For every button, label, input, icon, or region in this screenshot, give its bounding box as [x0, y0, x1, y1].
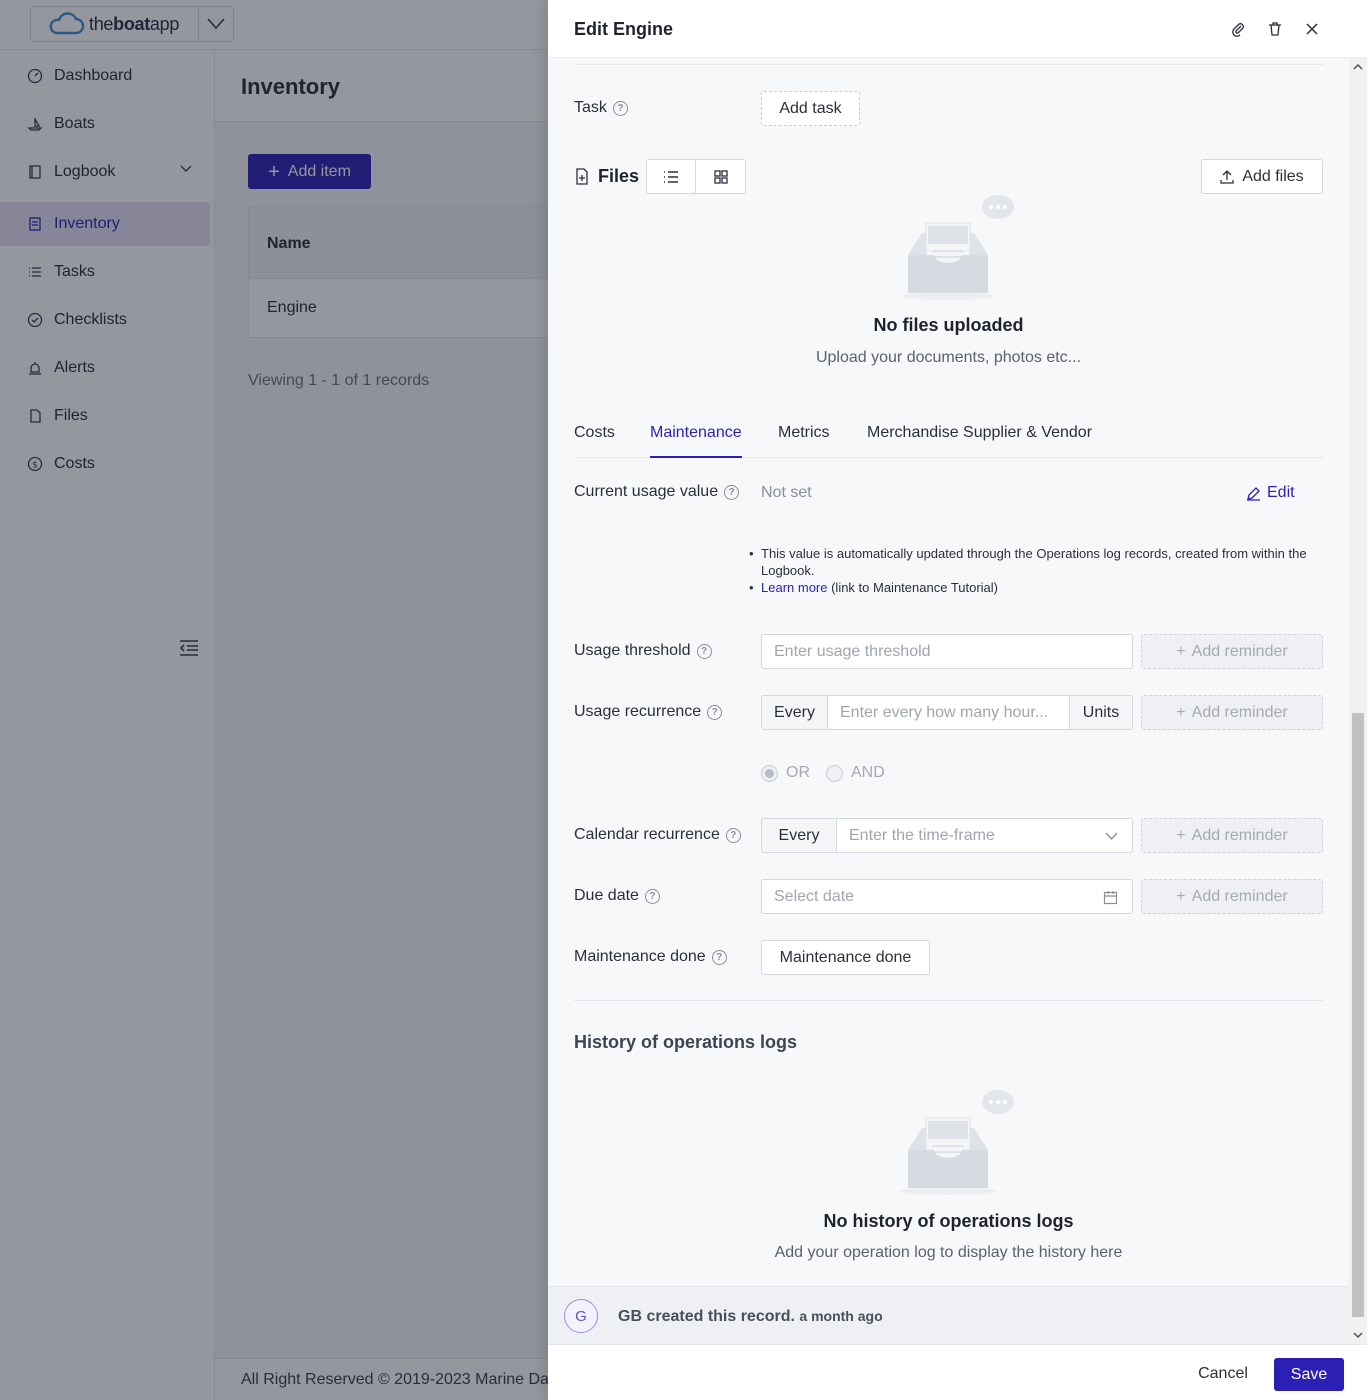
tab-maintenance[interactable]: Maintenance [650, 424, 742, 458]
help-icon[interactable]: ? [696, 643, 712, 659]
activity-time: a month ago [799, 1308, 883, 1324]
trash-icon[interactable] [1264, 18, 1286, 40]
scrollbar-thumb[interactable] [1352, 713, 1364, 1317]
files-empty-title: No files uploaded [873, 315, 1024, 335]
record-activity: G GB created this record. a month ago [548, 1286, 1349, 1344]
paperclip-icon[interactable] [1227, 18, 1249, 40]
help-icon[interactable]: ? [711, 949, 727, 965]
edit-engine-drawer: Edit Engine Task ? Add task Files Add fi… [548, 0, 1367, 1400]
drawer-body: Task ? Add task Files Add files No files… [548, 58, 1349, 1286]
usage-recurrence-units: Units [1069, 695, 1133, 730]
usage-threshold-label: Usage threshold ? [574, 642, 712, 660]
history-empty-subtitle: Add your operation log to display the hi… [774, 1244, 1123, 1261]
drawer-header: Edit Engine [548, 0, 1367, 58]
upload-icon [1220, 169, 1234, 184]
learn-more-link[interactable]: Learn more [761, 580, 827, 595]
plus-icon: + [1176, 826, 1186, 844]
scroll-down-icon[interactable] [1353, 1330, 1363, 1340]
list-view-icon[interactable] [646, 159, 696, 194]
usage-threshold-input[interactable]: Enter usage threshold [761, 634, 1133, 669]
due-date-label: Due date ? [574, 887, 660, 905]
plus-icon: + [1176, 887, 1186, 905]
help-icon[interactable]: ? [644, 888, 660, 904]
help-icon[interactable]: ? [724, 484, 740, 500]
plus-icon: + [1176, 642, 1186, 660]
logic-or-radio[interactable]: OR [761, 764, 810, 782]
logic-and-radio[interactable]: AND [826, 764, 885, 782]
divider [574, 64, 1323, 65]
drawer-footer: Cancel Save [548, 1344, 1367, 1400]
add-reminder-button[interactable]: + Add reminder [1141, 818, 1323, 853]
history-section-title: History of operations logs [574, 1032, 798, 1052]
activity-text: GB created this record. a month ago [618, 1308, 883, 1325]
empty-inbox-icon [898, 193, 1018, 308]
avatar: G [564, 1299, 598, 1333]
tab-costs[interactable]: Costs [574, 424, 615, 458]
usage-recurrence-label: Usage recurrence ? [574, 703, 723, 721]
maintenance-done-label: Maintenance done ? [574, 948, 727, 966]
calendar-icon [1103, 891, 1118, 905]
help-icon[interactable]: ? [612, 100, 628, 116]
pencil-icon [1247, 486, 1260, 501]
current-usage-value: Not set [761, 484, 812, 501]
edit-usage-button[interactable]: Edit [1246, 484, 1295, 502]
file-add-icon [576, 168, 588, 185]
current-usage-label: Current usage value ? [574, 483, 740, 501]
files-section-title: Files [574, 166, 639, 187]
save-button[interactable]: Save [1274, 1358, 1344, 1391]
files-view-toggle [646, 159, 746, 194]
usage-note-auto-update: This value is automatically updated thro… [749, 545, 1309, 579]
chevron-down-icon [1105, 832, 1118, 840]
help-icon[interactable]: ? [707, 704, 723, 720]
calendar-recurrence-label: Calendar recurrence ? [574, 826, 741, 844]
calendar-recurrence-prefix: Every [761, 818, 837, 853]
close-icon[interactable] [1301, 18, 1323, 40]
maintenance-done-button[interactable]: Maintenance done [761, 940, 930, 975]
usage-notes: This value is automatically updated thro… [749, 545, 1309, 596]
cancel-button[interactable]: Cancel [1186, 1359, 1260, 1389]
divider [574, 1000, 1323, 1001]
history-empty-title: No history of operations logs [823, 1211, 1074, 1231]
add-reminder-button[interactable]: + Add reminder [1141, 695, 1323, 730]
scroll-up-icon[interactable] [1353, 62, 1363, 72]
grid-view-icon[interactable] [696, 159, 746, 194]
task-label: Task ? [574, 99, 628, 117]
drawer-scrollbar[interactable] [1349, 58, 1367, 1344]
drawer-title: Edit Engine [574, 19, 673, 39]
add-files-button[interactable]: Add files [1201, 159, 1323, 194]
calendar-recurrence-select[interactable]: Enter the time-frame [836, 818, 1133, 853]
empty-inbox-icon [898, 1088, 1018, 1203]
usage-note-learn-more: Learn more (link to Maintenance Tutorial… [749, 579, 1309, 596]
help-icon[interactable]: ? [725, 827, 741, 843]
tab-metrics[interactable]: Metrics [778, 424, 830, 458]
add-reminder-button[interactable]: + Add reminder [1141, 879, 1323, 914]
add-reminder-button[interactable]: + Add reminder [1141, 634, 1323, 669]
files-empty-subtitle: Upload your documents, photos etc... [815, 349, 1082, 366]
usage-recurrence-prefix: Every [761, 695, 828, 730]
due-date-picker[interactable]: Select date [761, 879, 1133, 914]
plus-icon: + [1176, 703, 1186, 721]
add-task-button[interactable]: Add task [761, 91, 860, 126]
item-tabs: Costs Maintenance Metrics Merchandise Su… [574, 424, 1323, 458]
usage-recurrence-input[interactable]: Enter every how many hour... [827, 695, 1070, 730]
tab-merchandise-supplier-vendor[interactable]: Merchandise Supplier & Vendor [867, 424, 1092, 458]
